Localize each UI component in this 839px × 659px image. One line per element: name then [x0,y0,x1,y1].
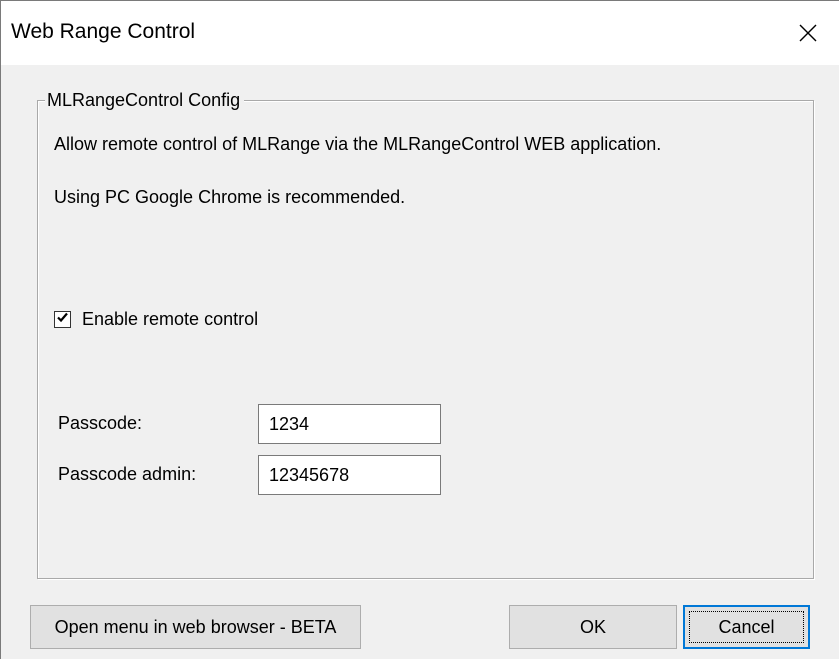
groupbox-legend: MLRangeControl Config [45,89,245,111]
ok-label: OK [579,616,606,637]
passcode-input[interactable] [258,404,441,444]
close-icon [799,24,817,42]
checkbox-box[interactable] [54,311,71,328]
passcode-admin-label: Passcode admin: [58,464,197,484]
close-button[interactable] [777,1,839,65]
enable-remote-control-label: Enable remote control [82,309,259,329]
checkmark-icon [56,311,69,329]
web-range-control-dialog: Web Range Control MLRangeControl Config … [0,0,839,659]
recommendation-text: Using PC Google Chrome is recommended. [54,187,406,207]
open-browser-label: Open menu in web browser - BETA [54,616,337,637]
passcode-label: Passcode: [58,413,143,433]
cancel-label: Cancel [718,616,775,637]
open-browser-button[interactable]: Open menu in web browser - BETA [30,605,361,649]
ok-button[interactable]: OK [509,605,677,649]
window-title: Web Range Control [11,20,196,43]
config-groupbox [37,100,814,579]
cancel-button[interactable]: Cancel [683,605,810,649]
enable-remote-control-checkbox[interactable]: Enable remote control [54,309,258,330]
title-bar: Web Range Control [1,1,839,65]
description-text: Allow remote control of MLRange via the … [54,134,662,154]
passcode-admin-input[interactable] [258,455,441,495]
